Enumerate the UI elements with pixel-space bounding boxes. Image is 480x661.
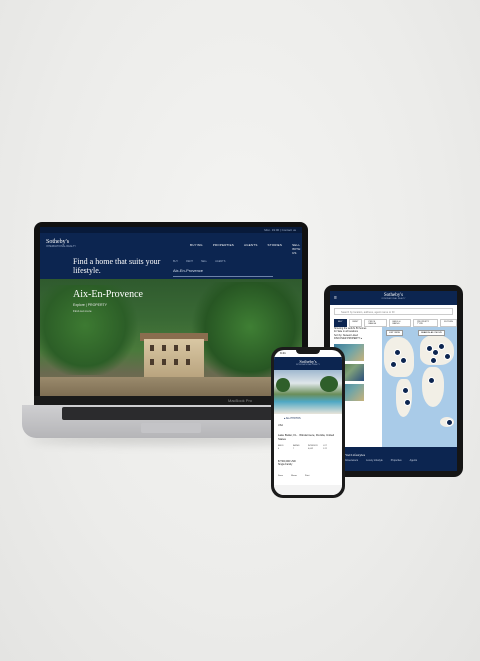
- listing-price: $7,500,000 USD Single Family: [278, 460, 296, 467]
- hero-ground: [40, 377, 302, 397]
- search-tabs: BUY RENT SELL AGENTS: [173, 260, 225, 263]
- filter-more[interactable]: FILTERS: [440, 319, 457, 327]
- tab-sell[interactable]: SELL: [201, 260, 207, 263]
- map-list-view-button[interactable]: LIST VIEW: [386, 330, 403, 336]
- hero-link[interactable]: Find out more: [73, 309, 92, 313]
- nav-item-properties[interactable]: PROPERTIES: [213, 243, 234, 255]
- laptop-screen: Mon. 19:00 | Contact us Sotheby's INTERN…: [40, 227, 302, 397]
- footer-link[interactable]: Homeowners: [344, 459, 358, 462]
- top-bar: [40, 227, 302, 233]
- logo-subtext: INTERNATIONAL REALTY: [46, 245, 76, 248]
- laptop-trackpad: [141, 423, 201, 433]
- filter-property-type[interactable]: PROPERTY TYPE: [413, 319, 439, 327]
- hero-title: Aix-En-Provence: [73, 289, 143, 300]
- tab-rent[interactable]: RENT: [186, 260, 193, 263]
- phone-bottom-bar: [274, 485, 342, 495]
- nav-item-buying[interactable]: BUYING: [190, 243, 203, 255]
- footer-links: Homeowners Luxury Lifestyle Properties A…: [344, 459, 417, 462]
- tab-agents[interactable]: AGENTS: [215, 260, 225, 263]
- phone-notch: [296, 350, 320, 354]
- nav-item-stories[interactable]: STORIES: [268, 243, 283, 255]
- results-map[interactable]: LIST VIEW SEARCH AS I MOVE: [382, 327, 457, 447]
- stat-value: 7: [293, 447, 295, 450]
- main-nav: BUYING PROPERTIES AGENTS STORIES SELL WI…: [190, 243, 302, 255]
- hero-house: [144, 339, 204, 377]
- tab-buy[interactable]: BUY: [173, 260, 178, 263]
- filter-rent[interactable]: RENT: [348, 319, 363, 327]
- page-tagline: Find a home that suits your lifestyle.: [73, 257, 161, 275]
- search-input[interactable]: Aix-En-Provence: [173, 268, 273, 277]
- map-search-move-toggle[interactable]: SEARCH AS I MOVE: [418, 330, 445, 336]
- stat-value: 6,642: [308, 447, 314, 450]
- top-links[interactable]: Mon. 19:00 | Contact us: [264, 228, 296, 232]
- tablet-screen: ≡ Sotheby's INTERNATIONAL REALTY Search …: [330, 291, 457, 471]
- phone-screen: 9:41 Sotheby's INTERNATIONAL REALTY ▸ AL…: [274, 350, 342, 495]
- all-photos-link[interactable]: ▸ ALL PHOTOS: [284, 417, 301, 420]
- filter-bar: BUY RENT PRICE RANGE BEDS & BATHS PROPER…: [334, 319, 457, 327]
- filter-buy[interactable]: BUY: [334, 319, 347, 327]
- hero-subtitle[interactable]: Explore | PROPERTY: [73, 303, 107, 307]
- listing-photo[interactable]: [274, 370, 342, 414]
- phone-logo[interactable]: Sotheby's INTERNATIONAL REALTY: [274, 359, 342, 366]
- nav-item-agents[interactable]: AGENTS: [244, 243, 258, 255]
- listing-location-label: USA: [278, 424, 283, 427]
- discover-link[interactable]: DISCOVER PROPERTY ▸: [334, 337, 382, 340]
- property-type: Single Family: [278, 463, 293, 467]
- footer-link[interactable]: Luxury Lifestyle: [366, 459, 383, 462]
- status-time: 9:41: [280, 351, 286, 355]
- listing-title: Lake Butler, FL · Windermere, Florida, U…: [278, 433, 335, 441]
- tablet-logo-subtext: INTERNATIONAL REALTY: [381, 298, 406, 300]
- stat-value: 1.22: [323, 447, 327, 450]
- stat-value: 6: [278, 447, 280, 450]
- listing-stats: BEDS BATHS INTERIOR LOT 6 7 6,642 1.22: [278, 445, 338, 451]
- laptop-keyboard: [62, 407, 280, 420]
- nav-item-sell[interactable]: SELL WITH US: [292, 243, 302, 255]
- tablet-logo[interactable]: Sotheby's INTERNATIONAL REALTY: [330, 293, 457, 300]
- tablet-search-input[interactable]: Search by location, address, agent name …: [334, 308, 453, 315]
- phone-logo-subtext: INTERNATIONAL REALTY: [296, 364, 320, 366]
- save-button[interactable]: Save: [278, 475, 283, 477]
- footer-link[interactable]: Properties: [391, 459, 402, 462]
- listing-actions: Save Share Print: [278, 475, 309, 477]
- footer-link[interactable]: Agents: [410, 459, 417, 462]
- footer-title: Find Lifestyles: [344, 453, 366, 457]
- filter-price-range[interactable]: PRICE RANGE: [364, 319, 387, 327]
- site-logo[interactable]: Sotheby's INTERNATIONAL REALTY: [46, 239, 76, 248]
- share-button[interactable]: Share: [291, 475, 297, 477]
- filter-beds-baths[interactable]: BEDS & BATHS: [388, 319, 412, 327]
- print-button[interactable]: Print: [305, 475, 310, 477]
